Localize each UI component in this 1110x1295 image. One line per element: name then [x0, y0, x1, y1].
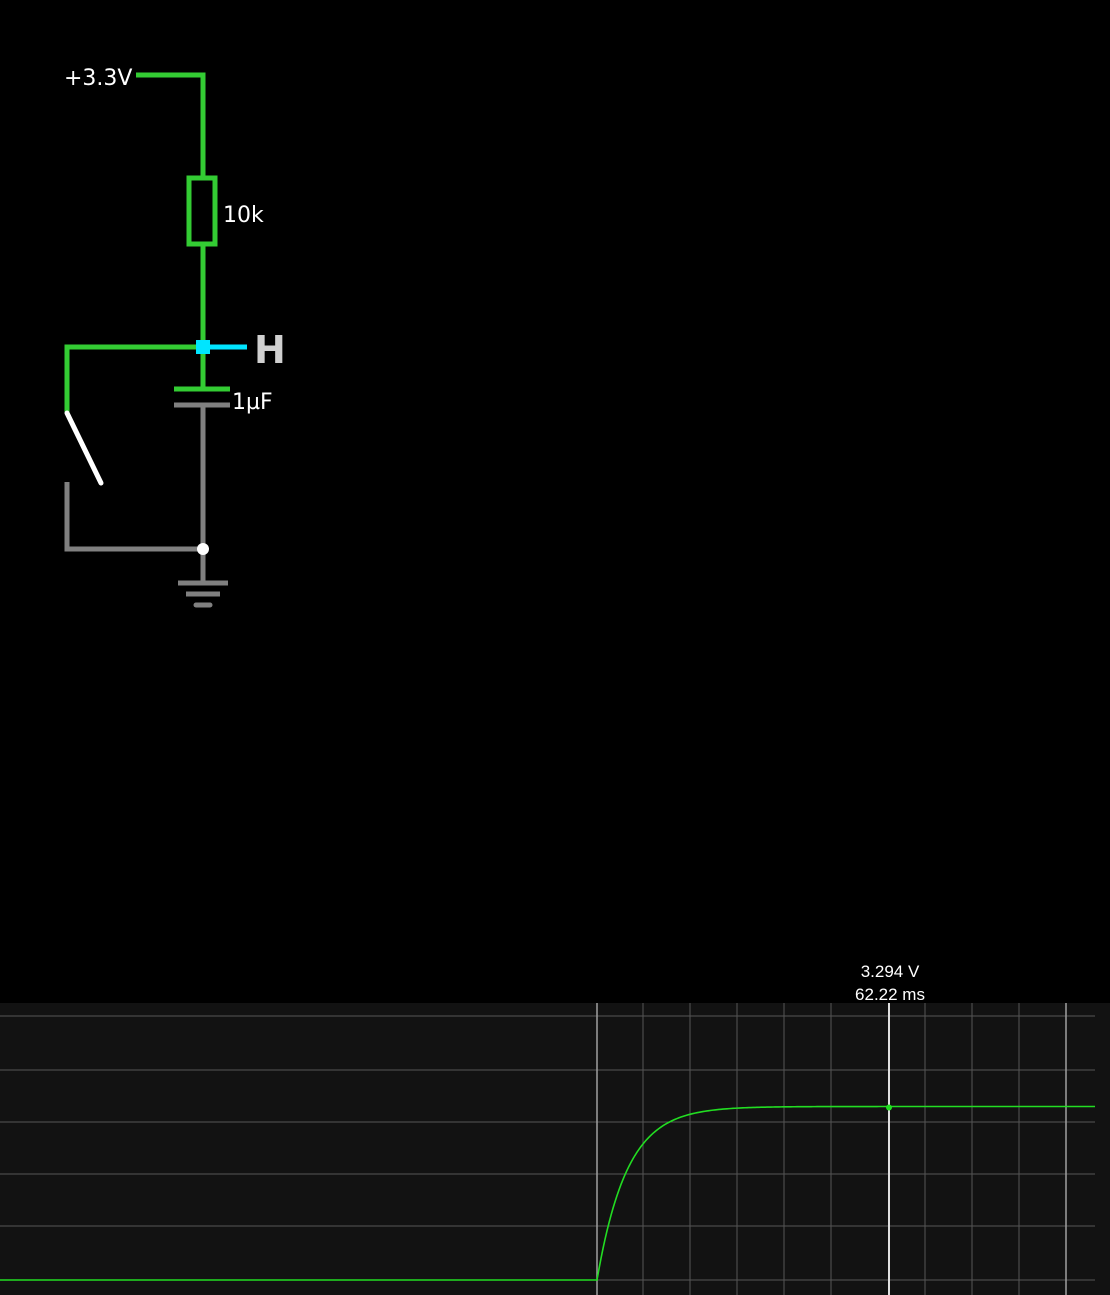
resistor-label: 10k — [223, 203, 264, 228]
scope-grid — [0, 1003, 1095, 1295]
supply-wire[interactable] — [136, 72, 206, 178]
ground-junction-dot — [197, 543, 209, 555]
probe-node-marker[interactable] — [196, 340, 210, 354]
cursor-trace-dot — [886, 1104, 892, 1111]
supply-label: +3.3V — [64, 66, 132, 91]
switch-top-wire[interactable] — [64, 344, 203, 412]
capacitor-label: 1µF — [232, 390, 273, 415]
circuit-schematic[interactable]: +3.3V 10k 1µF H — [0, 0, 1110, 1003]
voltage-trace — [0, 1105, 1095, 1281]
ground-icon — [178, 580, 228, 608]
cursor-voltage: 3.294 V — [860, 962, 920, 981]
probe-label: H — [254, 328, 286, 372]
simulator-canvas[interactable]: +3.3V 10k 1µF H 3.294 V 62.22 ms — [0, 0, 1110, 1295]
scope-plot[interactable] — [0, 1003, 1110, 1295]
switch-blade[interactable] — [64, 410, 104, 486]
scope-cursor-readout: 3.294 V 62.22 ms — [790, 960, 990, 1006]
switch-bottom-wire[interactable] — [64, 482, 203, 552]
resistor-10k[interactable] — [186, 175, 218, 247]
